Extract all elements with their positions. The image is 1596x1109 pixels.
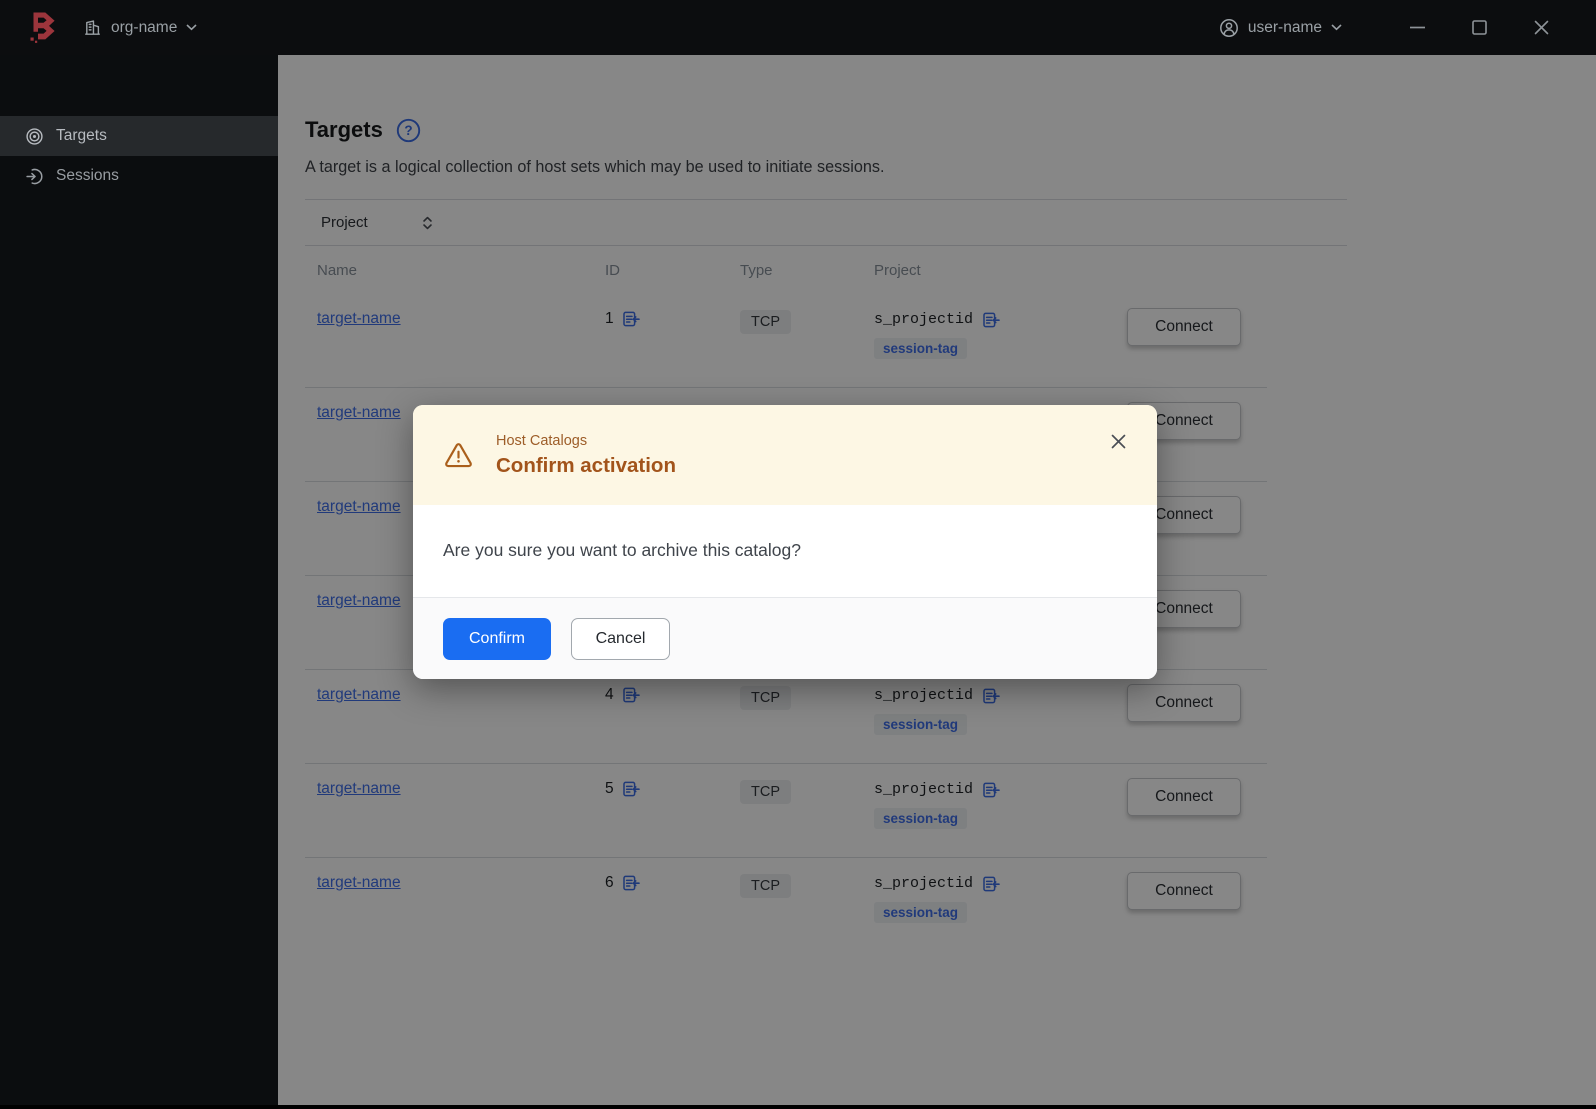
chevron-down-icon <box>1331 24 1342 31</box>
close-window-button[interactable] <box>1526 13 1556 43</box>
org-switcher[interactable]: org-name <box>83 18 197 37</box>
window-bottom-edge <box>0 1105 1596 1109</box>
cancel-button[interactable]: Cancel <box>571 617 670 660</box>
modal-title: Confirm activation <box>496 453 676 477</box>
minimize-button[interactable] <box>1402 13 1432 43</box>
modal-message: Are you sure you want to archive this ca… <box>443 540 801 560</box>
sidebar-item-label: Targets <box>56 127 107 144</box>
app-header: org-name user-name <box>0 0 1596 55</box>
entry-icon <box>25 167 44 186</box>
org-name-label: org-name <box>111 18 178 36</box>
confirm-dialog: Host Catalogs Confirm activation Are you… <box>413 405 1157 679</box>
modal-close-icon[interactable] <box>1108 431 1129 452</box>
sidebar-item-label: Sessions <box>56 167 119 184</box>
warning-icon <box>443 440 474 471</box>
sidebar-item-sessions[interactable]: Sessions <box>0 156 278 196</box>
user-name-label: user-name <box>1247 18 1322 36</box>
target-icon <box>25 127 44 146</box>
sidebar: Targets Sessions <box>0 55 278 1105</box>
sidebar-item-targets[interactable]: Targets <box>0 116 278 156</box>
user-menu[interactable]: user-name <box>1219 18 1342 38</box>
boundary-logo-icon <box>30 12 57 43</box>
modal-header: Host Catalogs Confirm activation <box>413 405 1157 505</box>
maximize-button[interactable] <box>1464 13 1494 43</box>
org-icon <box>83 18 102 37</box>
chevron-down-icon <box>186 24 197 31</box>
confirm-button[interactable]: Confirm <box>443 617 551 660</box>
user-icon <box>1219 18 1239 38</box>
modal-eyebrow: Host Catalogs <box>496 432 588 449</box>
modal-footer: Confirm Cancel <box>413 597 1157 679</box>
